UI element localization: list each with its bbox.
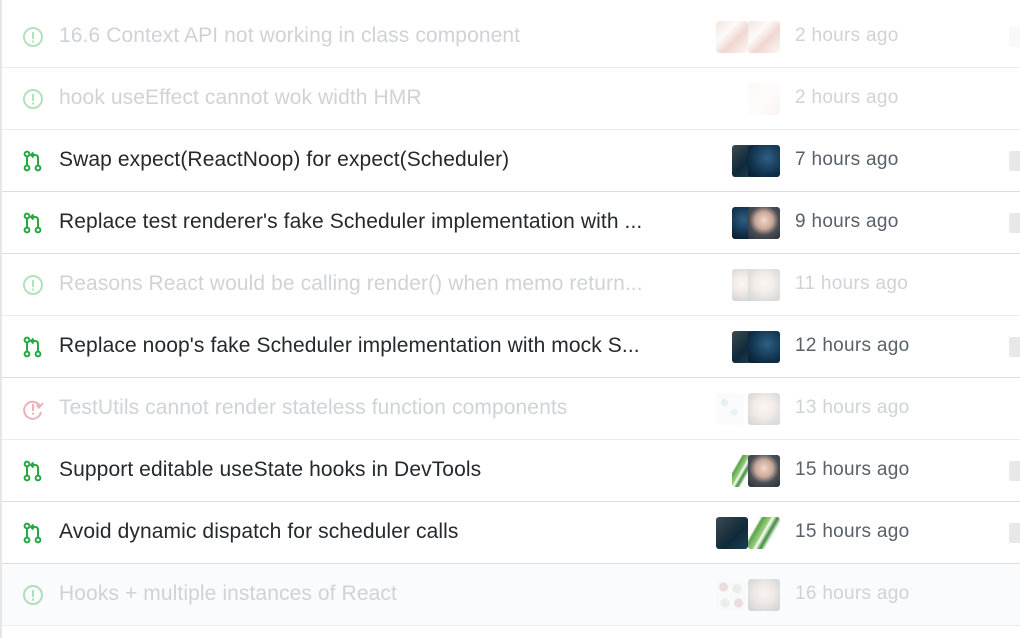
list-item[interactable]: Reasons React would be calling render() …: [2, 254, 1020, 316]
list-item[interactable]: Replace noop's fake Scheduler implementa…: [2, 316, 1020, 378]
item-title[interactable]: Replace noop's fake Scheduler implementa…: [59, 333, 699, 359]
issue-opened-icon: [23, 585, 43, 605]
assignee-avatars: [714, 455, 780, 487]
issue-pr-list: 16.6 Context API not working in class co…: [0, 0, 1020, 638]
item-title[interactable]: Reasons React would be calling render() …: [59, 271, 699, 297]
issue-opened-icon: [23, 27, 43, 47]
item-title[interactable]: 16.6 Context API not working in class co…: [59, 23, 699, 49]
assignee-avatars: [714, 21, 780, 53]
updated-time: 15 hours ago: [795, 521, 910, 542]
item-title[interactable]: Replace test renderer's fake Scheduler i…: [59, 209, 699, 235]
avatar[interactable]: [748, 331, 780, 363]
updated-time: 15 hours ago: [795, 459, 910, 480]
avatar[interactable]: [716, 579, 746, 611]
comment-icon[interactable]: [1009, 337, 1020, 357]
updated-time: 9 hours ago: [795, 211, 899, 232]
list-item[interactable]: Hooks + multiple instances of React 16 h…: [2, 564, 1020, 626]
avatar[interactable]: [748, 393, 780, 425]
list-item[interactable]: Swap expect(ReactNoop) for expect(Schedu…: [2, 130, 1020, 192]
pull-request-icon: [23, 336, 42, 358]
assignee-avatars: [714, 83, 780, 115]
list-item[interactable]: 16.6 Context API not working in class co…: [2, 6, 1020, 68]
assignee-avatars: [714, 207, 780, 239]
avatar[interactable]: [748, 21, 780, 53]
comment-icon[interactable]: [1009, 151, 1020, 171]
updated-time: 7 hours ago: [795, 149, 899, 170]
pull-request-icon: [23, 522, 42, 544]
item-title[interactable]: hook useEffect cannot wok width HMR: [59, 85, 699, 111]
updated-time: 16 hours ago: [795, 583, 910, 604]
assignee-avatars: [714, 145, 780, 177]
issue-opened-icon: [23, 275, 43, 295]
updated-time: 13 hours ago: [795, 397, 910, 418]
comment-icon[interactable]: [1009, 27, 1020, 47]
item-title[interactable]: TestUtils cannot render stateless functi…: [59, 395, 699, 421]
avatar[interactable]: [716, 517, 748, 549]
list-item[interactable]: Replace test renderer's fake Scheduler i…: [2, 192, 1020, 254]
assignee-avatars: [714, 393, 780, 425]
item-title[interactable]: Avoid dynamic dispatch for scheduler cal…: [59, 519, 699, 545]
assignee-avatars: [714, 331, 780, 363]
avatar[interactable]: [748, 83, 780, 115]
avatar[interactable]: [748, 517, 780, 549]
comment-icon[interactable]: [1009, 213, 1020, 233]
avatar[interactable]: [748, 145, 780, 177]
list-item[interactable]: Support editable useState hooks in DevTo…: [2, 440, 1020, 502]
list-item[interactable]: Avoid dynamic dispatch for scheduler cal…: [2, 502, 1020, 564]
item-title[interactable]: Swap expect(ReactNoop) for expect(Schedu…: [59, 147, 699, 173]
pull-request-icon: [23, 460, 42, 482]
avatar[interactable]: [748, 579, 780, 611]
issue-closed-icon: [23, 400, 44, 420]
assignee-avatars: [714, 579, 780, 611]
avatar[interactable]: [748, 269, 780, 301]
avatar[interactable]: [716, 21, 748, 53]
issue-opened-icon: [23, 89, 43, 109]
pull-request-icon: [23, 150, 42, 172]
comment-icon[interactable]: [1009, 523, 1020, 543]
assignee-avatars: [714, 269, 780, 301]
updated-time: 12 hours ago: [795, 335, 910, 356]
list-item[interactable]: hook useEffect cannot wok width HMR 2 ho…: [2, 68, 1020, 130]
updated-time: 2 hours ago: [795, 87, 899, 108]
updated-time: 2 hours ago: [795, 25, 899, 46]
avatar[interactable]: [748, 207, 780, 239]
pull-request-icon: [23, 212, 42, 234]
avatar[interactable]: [748, 455, 780, 487]
item-title[interactable]: Support editable useState hooks in DevTo…: [59, 457, 699, 483]
list-item[interactable]: TestUtils cannot render stateless functi…: [2, 378, 1020, 440]
updated-time: 11 hours ago: [795, 273, 909, 294]
avatar[interactable]: [716, 393, 744, 425]
comment-icon[interactable]: [1009, 461, 1020, 481]
assignee-avatars: [714, 517, 780, 549]
item-title[interactable]: Hooks + multiple instances of React: [59, 581, 699, 607]
